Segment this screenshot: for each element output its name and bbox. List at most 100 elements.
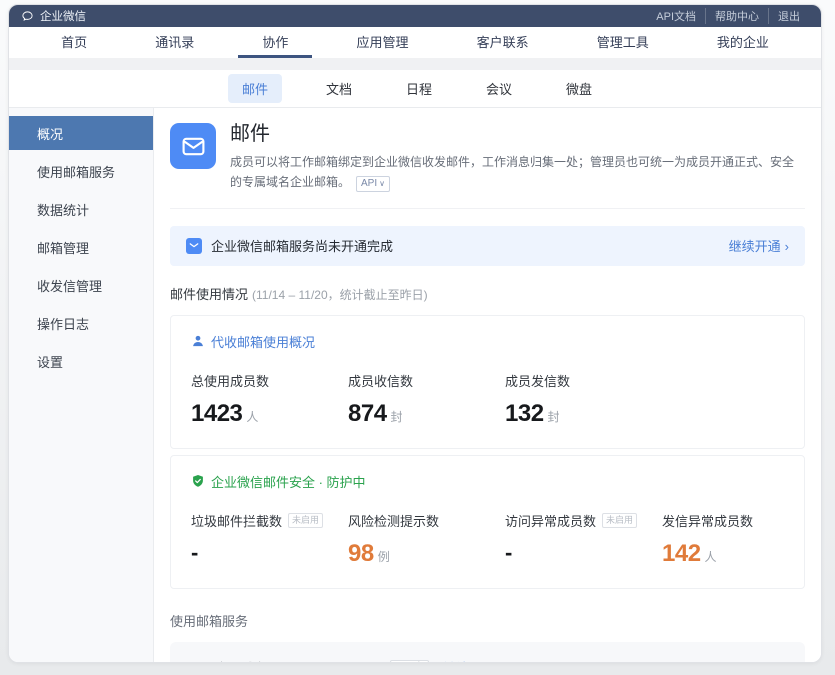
logout-link[interactable]: 退出 [768, 8, 809, 24]
stat-number: 98 [348, 540, 374, 568]
stat-value: 98 例 [348, 540, 505, 568]
sidebar-item-send-receive-management[interactable]: 收发信管理 [9, 268, 153, 302]
domain-label: 企业域名 [215, 658, 267, 662]
stat-label: 风险检测提示数 [348, 511, 505, 530]
subtab-meeting[interactable]: 会议 [476, 74, 522, 103]
stat-number: 142 [662, 540, 701, 568]
subtab-drive[interactable]: 微盘 [556, 74, 602, 103]
usage-stats-row: 总使用成员数 1423 人 成员收信数 874 封 [191, 371, 784, 428]
sidebar-item-overview[interactable]: 概况 [9, 116, 153, 150]
stat-value: 874 封 [348, 400, 505, 428]
subtab-mail[interactable]: 邮件 [228, 74, 282, 103]
stat-unit: 人 [705, 548, 717, 565]
tab-app-management[interactable]: 应用管理 [332, 27, 432, 58]
help-center-link[interactable]: 帮助中心 [705, 8, 768, 24]
tab-admin-tools[interactable]: 管理工具 [573, 27, 673, 58]
spacer-band [9, 58, 821, 70]
envelope-outline-icon [190, 660, 206, 662]
tab-home[interactable]: 首页 [37, 27, 111, 58]
page-title: 邮件 [230, 123, 805, 145]
security-card-title: 企业微信邮件安全 · 防护中 [211, 472, 366, 491]
app-window: 企业微信 API文档 帮助中心 退出 首页 通讯录 协作 应用管理 客户联系 管… [8, 4, 822, 663]
stat-unit: 封 [548, 408, 560, 425]
mail-security-card: 企业微信邮件安全 · 防护中 垃圾邮件拦截数未启用 - 风险检测提示数 98 例 [170, 455, 805, 589]
tab-my-company[interactable]: 我的企业 [693, 27, 793, 58]
chevron-down-icon: ∨ [379, 179, 385, 188]
topbar-links: API文档 帮助中心 退出 [647, 8, 809, 24]
envelope-icon [180, 133, 207, 160]
stat-value: 132 封 [505, 400, 662, 428]
usage-section-period: (11/14 – 11/20，统计截止至昨日) [252, 286, 428, 303]
page-description: 成员可以将工作邮箱绑定到企业微信收发邮件，工作消息归集一处；管理员也可统一为成员… [230, 152, 805, 193]
mailbox-usage-card: 代收邮箱使用概况 总使用成员数 1423 人 成员收信数 874 [170, 315, 805, 449]
person-icon [191, 334, 205, 348]
wechat-work-logo-icon [21, 10, 34, 23]
stat-label: 发信异常成员数 [662, 511, 819, 530]
tab-customer-contact[interactable]: 客户联系 [453, 27, 553, 58]
stat-sent-mails: 成员发信数 132 封 [505, 371, 662, 428]
stat-unit: 人 [246, 408, 258, 425]
stat-value: - [505, 540, 662, 566]
notice-text: 企业微信邮箱服务尚未开通完成 [211, 236, 393, 255]
mail-notice-icon [186, 238, 202, 254]
tab-collaboration[interactable]: 协作 [238, 27, 312, 58]
stat-number: - [191, 540, 198, 566]
security-stats-row: 垃圾邮件拦截数未启用 - 风险检测提示数 98 例 访问异常成员数未启用 [191, 511, 784, 568]
main-panel: 邮件 成员可以将工作邮箱绑定到企业微信收发邮件，工作消息归集一处；管理员也可统一… [154, 108, 821, 662]
sidebar: 概况 使用邮箱服务 数据统计 邮箱管理 收发信管理 操作日志 设置 [9, 108, 154, 662]
stat-unit: 封 [391, 408, 403, 425]
setup-notice-bar: 企业微信邮箱服务尚未开通完成 继续开通 › [170, 226, 805, 266]
stat-number: - [505, 540, 512, 566]
usage-section-title: 邮件使用情况 [170, 284, 248, 303]
stat-label: 成员收信数 [348, 371, 505, 390]
mail-app-header: 邮件 成员可以将工作邮箱绑定到企业微信收发邮件，工作消息归集一处；管理员也可统一… [170, 108, 805, 193]
stat-label: 总使用成员数 [191, 371, 348, 390]
stat-abnormal-senders: 发信异常成员数 142 人 [662, 511, 819, 568]
api-dropdown[interactable]: API∨ [356, 176, 390, 192]
content-area: 概况 使用邮箱服务 数据统计 邮箱管理 收发信管理 操作日志 设置 邮件 成 [9, 108, 821, 662]
disabled-badge: 未启用 [602, 513, 637, 528]
domain-name: tangyun.com [295, 660, 382, 662]
stat-label-text: 访问异常成员数 [505, 511, 596, 530]
stat-number: 132 [505, 400, 544, 428]
shield-check-icon [191, 474, 205, 488]
stat-number: 1423 [191, 400, 242, 428]
stat-abnormal-access-members: 访问异常成员数未启用 - [505, 511, 662, 568]
sidebar-item-mailbox-management[interactable]: 邮箱管理 [9, 230, 153, 264]
usage-section-header: 邮件使用情况 (11/14 – 11/20，统计截止至昨日) [170, 284, 805, 303]
sidebar-item-operation-log[interactable]: 操作日志 [9, 306, 153, 340]
stat-label: 成员发信数 [505, 371, 662, 390]
stat-number: 874 [348, 400, 387, 428]
continue-activate-link[interactable]: 继续开通 [443, 658, 495, 662]
header-divider [170, 208, 805, 209]
security-card-header: 企业微信邮件安全 · 防护中 [191, 472, 784, 491]
collaboration-subtabs: 邮件 文档 日程 会议 微盘 [9, 70, 821, 108]
sidebar-item-use-mail-service[interactable]: 使用邮箱服务 [9, 154, 153, 188]
disabled-badge: 未启用 [288, 513, 323, 528]
domain-card: 企业域名 tangyun.com 开通中 继续开通 ··· [170, 642, 805, 662]
stat-spam-intercepted: 垃圾邮件拦截数未启用 - [191, 511, 348, 568]
status-badge: 开通中 [390, 660, 429, 662]
stat-value: - [191, 540, 348, 566]
usage-card-title[interactable]: 代收邮箱使用概况 [211, 332, 315, 351]
chevron-right-icon: › [785, 239, 789, 254]
stat-value: 142 人 [662, 540, 819, 568]
api-dropdown-label: API [361, 178, 377, 189]
continue-setup-label: 继续开通 [729, 239, 781, 254]
sidebar-item-statistics[interactable]: 数据统计 [9, 192, 153, 226]
sidebar-item-settings[interactable]: 设置 [9, 344, 153, 378]
tab-contacts[interactable]: 通讯录 [131, 27, 218, 58]
api-docs-link[interactable]: API文档 [647, 8, 705, 24]
subtab-docs[interactable]: 文档 [316, 74, 362, 103]
page-description-text: 成员可以将工作邮箱绑定到企业微信收发邮件，工作消息归集一处；管理员也可统一为成员… [230, 155, 794, 189]
stat-total-members: 总使用成员数 1423 人 [191, 371, 348, 428]
stat-risk-alerts: 风险检测提示数 98 例 [348, 511, 505, 568]
stat-label: 垃圾邮件拦截数未启用 [191, 511, 348, 530]
topbar: 企业微信 API文档 帮助中心 退出 [9, 5, 821, 27]
continue-setup-link[interactable]: 继续开通 › [729, 236, 789, 255]
mail-app-header-text: 邮件 成员可以将工作邮箱绑定到企业微信收发邮件，工作消息归集一处；管理员也可统一… [230, 123, 805, 193]
service-section-title: 使用邮箱服务 [170, 611, 805, 630]
more-options-icon[interactable]: ··· [767, 659, 785, 662]
subtab-schedule[interactable]: 日程 [396, 74, 442, 103]
stat-received-mails: 成员收信数 874 封 [348, 371, 505, 428]
